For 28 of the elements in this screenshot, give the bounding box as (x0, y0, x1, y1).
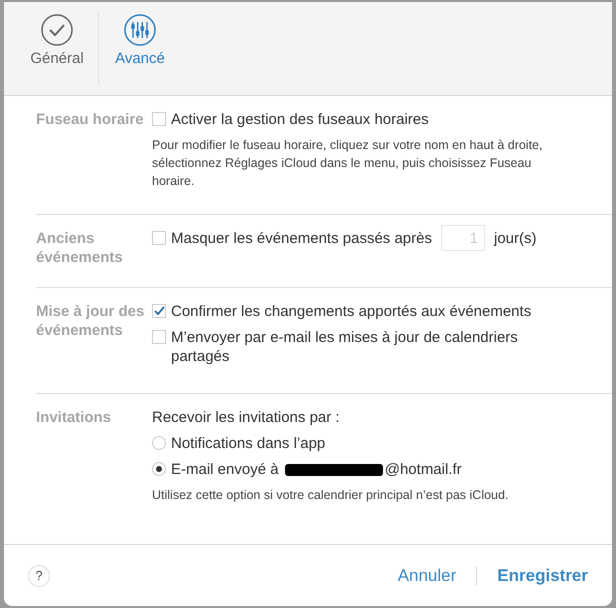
sliders-icon (124, 14, 156, 46)
section-label: Anciens événements (36, 229, 124, 267)
save-button[interactable]: Enregistrer (497, 562, 588, 588)
section-label: Fuseau horaire (36, 110, 145, 130)
email-domain: @hotmail.fr (384, 461, 462, 478)
cancel-button[interactable]: Annuler (398, 562, 456, 588)
checkbox[interactable] (152, 330, 166, 344)
checkbox-label: Activer la gestion des fuseaux horaires (171, 110, 429, 129)
section-label: Invitations (36, 408, 112, 428)
hint-text: Pour modifier le fuseau horaire, cliquez sur votre nom en haut à droite, sélectionnez Réglages iCloud dans le menu, puis choisissez Fuseau horaire. (152, 137, 544, 190)
help-button[interactable]: ? (28, 564, 50, 586)
checkmark-icon (41, 14, 73, 46)
radio-label: E-mail envoyé à (171, 461, 279, 478)
checkbox[interactable] (152, 231, 166, 245)
checkbox[interactable] (152, 304, 166, 318)
unit-label: jour(s) (494, 229, 536, 248)
checkbox-label: Masquer les événements passés après (171, 229, 432, 248)
checkbox-label: M’envoyer par e-mail les mises à jour de calendriers partagés (171, 328, 519, 366)
radio-button[interactable] (152, 436, 166, 450)
tab[interactable]: Général (16, 2, 98, 95)
checkbox[interactable] (152, 112, 166, 126)
checkbox-label: Confirmer les changements apportés aux événements (171, 302, 532, 321)
tab[interactable]: Avancé (99, 2, 181, 95)
prompt-text: Recevoir les invitations par : (152, 408, 341, 427)
radio-label: Notifications dans l’app (171, 435, 326, 452)
hint-text: Utilisez cette option si votre calendrier principal n’est pas iCloud. (152, 487, 510, 504)
radio-button[interactable] (152, 462, 166, 476)
section-label: Mise à jour des événements (36, 302, 146, 341)
